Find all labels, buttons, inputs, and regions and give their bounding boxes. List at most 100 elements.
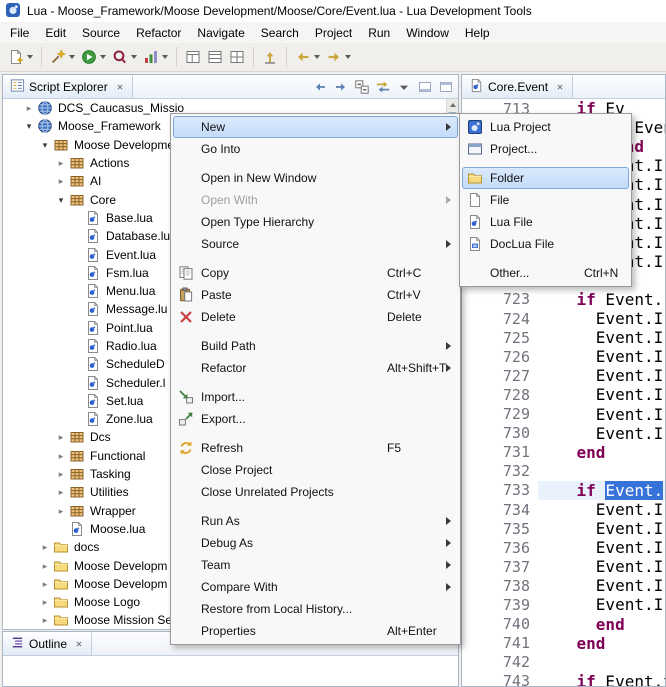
menu-item-refresh[interactable]: RefreshF5 — [173, 437, 458, 459]
view-toggle-3-button[interactable] — [226, 45, 248, 69]
menubar-item-help[interactable]: Help — [457, 23, 498, 43]
expand-arrow-icon[interactable]: ▸ — [37, 558, 53, 574]
code-line[interactable]: 732 — [462, 462, 665, 481]
code-line[interactable]: 742 — [462, 653, 665, 672]
expand-arrow-icon[interactable]: ▸ — [53, 466, 69, 482]
line-number[interactable]: 741 — [462, 634, 538, 652]
line-number[interactable]: 742 — [462, 653, 538, 671]
view-toggle-1-button[interactable] — [182, 45, 204, 69]
back-history-button[interactable] — [292, 45, 323, 69]
expand-arrow-icon[interactable]: ▸ — [37, 612, 53, 628]
run-button[interactable] — [78, 45, 109, 69]
collapse-arrow-icon[interactable]: ▾ — [37, 137, 53, 153]
expand-arrow-icon[interactable]: ▸ — [53, 448, 69, 464]
line-number[interactable]: 732 — [462, 462, 538, 480]
close-icon[interactable] — [74, 639, 84, 649]
line-number[interactable]: 726 — [462, 348, 538, 366]
expand-arrow-icon[interactable]: ▸ — [53, 155, 69, 171]
scroll-up-icon[interactable] — [447, 99, 458, 110]
menubar-item-source[interactable]: Source — [74, 23, 128, 43]
coverage-button[interactable] — [140, 45, 171, 69]
forward-history-button[interactable] — [323, 45, 354, 69]
menu-item-restore-from-local-history[interactable]: Restore from Local History... — [173, 598, 458, 620]
menu-item-refactor[interactable]: RefactorAlt+Shift+T — [173, 357, 458, 379]
menubar-item-search[interactable]: Search — [253, 23, 307, 43]
tab-script-explorer[interactable]: Script Explorer — [3, 75, 133, 98]
code-line[interactable]: 734 Event.I — [462, 500, 665, 519]
line-number[interactable]: 729 — [462, 405, 538, 423]
code-line[interactable]: 726 Event.I — [462, 347, 665, 366]
line-number[interactable]: 737 — [462, 558, 538, 576]
expand-arrow-icon[interactable]: ▸ — [37, 539, 53, 555]
expand-arrow-icon[interactable]: ▸ — [53, 173, 69, 189]
menu-item-open-with[interactable]: Open With — [173, 189, 458, 211]
menu-item-compare-with[interactable]: Compare With — [173, 576, 458, 598]
code-line[interactable]: 740 end — [462, 615, 665, 634]
external-tools-button[interactable] — [47, 45, 78, 69]
view-toggle-2-button[interactable] — [204, 45, 226, 69]
menu-item-paste[interactable]: PasteCtrl+V — [173, 284, 458, 306]
back-button[interactable] — [310, 77, 329, 96]
code-line[interactable]: 735 Event.I — [462, 519, 665, 538]
menu-item-delete[interactable]: DeleteDelete — [173, 306, 458, 328]
line-number[interactable]: 735 — [462, 520, 538, 538]
dropdown-caret-icon[interactable] — [69, 55, 75, 59]
menubar-item-project[interactable]: Project — [307, 23, 360, 43]
collapse-all-button[interactable] — [352, 77, 371, 96]
line-number[interactable]: 733 — [462, 481, 538, 499]
collapse-arrow-icon[interactable]: ▾ — [21, 118, 37, 134]
close-icon[interactable] — [555, 82, 565, 92]
line-number[interactable]: 731 — [462, 443, 538, 461]
menu-item-close-project[interactable]: Close Project — [173, 459, 458, 481]
menu-item-export[interactable]: Export... — [173, 408, 458, 430]
menubar-item-file[interactable]: File — [2, 23, 37, 43]
menu-item-file[interactable]: File — [462, 189, 629, 211]
code-line[interactable]: 723 if Event. — [462, 290, 665, 309]
menu-item-other[interactable]: Other...Ctrl+N — [462, 262, 629, 284]
menu-item-open-type-hierarchy[interactable]: Open Type Hierarchy — [173, 211, 458, 233]
menu-item-doclua-file[interactable]: DocLua File — [462, 233, 629, 255]
menubar-item-window[interactable]: Window — [398, 23, 457, 43]
close-icon[interactable] — [115, 82, 125, 92]
link-with-editor-button[interactable] — [373, 77, 392, 96]
line-number[interactable]: 725 — [462, 329, 538, 347]
expand-arrow-icon[interactable]: ▸ — [21, 100, 37, 116]
menu-item-import[interactable]: Import... — [173, 386, 458, 408]
forward-button[interactable] — [331, 77, 350, 96]
expand-arrow-icon[interactable]: ▸ — [37, 576, 53, 592]
menu-item-close-unrelated-projects[interactable]: Close Unrelated Projects — [173, 481, 458, 503]
menubar-item-run[interactable]: Run — [360, 23, 398, 43]
dropdown-caret-icon[interactable] — [314, 55, 320, 59]
code-line[interactable]: 743 if Event.ta — [462, 672, 665, 686]
line-number[interactable]: 727 — [462, 367, 538, 385]
code-line[interactable]: 738 Event.I — [462, 576, 665, 595]
tab-outline[interactable]: Outline — [3, 632, 92, 655]
menubar-item-edit[interactable]: Edit — [37, 23, 74, 43]
code-line[interactable]: 728 Event.I — [462, 385, 665, 404]
collapse-arrow-icon[interactable]: ▾ — [53, 192, 69, 208]
new-wizard-button[interactable] — [5, 45, 36, 69]
menu-item-project[interactable]: Project... — [462, 138, 629, 160]
menu-item-run-as[interactable]: Run As — [173, 510, 458, 532]
menu-item-team[interactable]: Team — [173, 554, 458, 576]
expand-arrow-icon[interactable]: ▸ — [53, 484, 69, 500]
menu-item-go-into[interactable]: Go Into — [173, 138, 458, 160]
minimize-button[interactable] — [415, 77, 434, 96]
menu-item-build-path[interactable]: Build Path — [173, 335, 458, 357]
code-line[interactable]: 737 Event.I — [462, 557, 665, 576]
menu-item-lua-project[interactable]: Lua Project — [462, 116, 629, 138]
line-number[interactable]: 730 — [462, 424, 538, 442]
line-number[interactable]: 743 — [462, 672, 538, 686]
code-line[interactable]: 733 if Event. — [462, 481, 665, 500]
menu-item-new[interactable]: New — [173, 116, 458, 138]
expand-arrow-icon[interactable]: ▸ — [53, 503, 69, 519]
code-line[interactable]: 741 end — [462, 634, 665, 653]
line-number[interactable]: 734 — [462, 501, 538, 519]
expand-arrow-icon[interactable]: ▸ — [37, 594, 53, 610]
line-number[interactable]: 728 — [462, 386, 538, 404]
line-number[interactable]: 724 — [462, 310, 538, 328]
dropdown-caret-icon[interactable] — [100, 55, 106, 59]
code-line[interactable]: 725 Event.I — [462, 328, 665, 347]
menubar-item-navigate[interactable]: Navigate — [189, 23, 252, 43]
code-line[interactable]: 724 Event.I — [462, 309, 665, 328]
